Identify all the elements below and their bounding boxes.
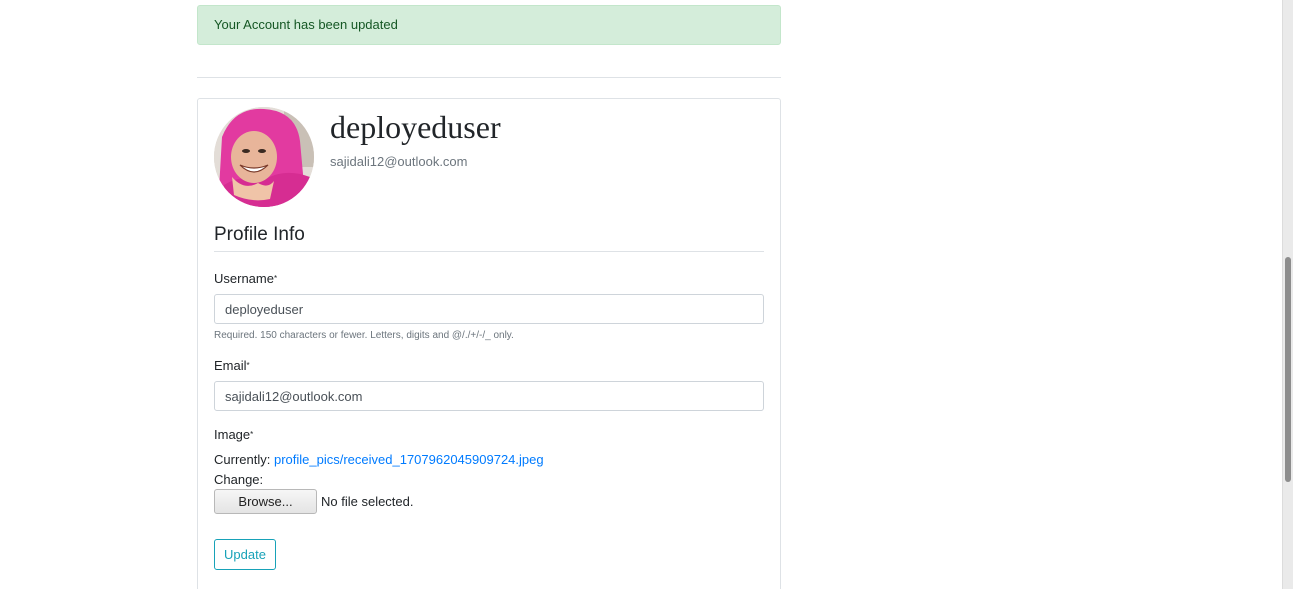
alert-message: Your Account has been updated (214, 17, 398, 32)
image-label-text: Image (214, 427, 251, 442)
current-image-link[interactable]: profile_pics/received_1707962045909724.j… (274, 452, 544, 467)
scrollbar-thumb[interactable] (1285, 257, 1291, 482)
page-scrollbar[interactable] (1282, 0, 1293, 589)
change-label: Change: (214, 472, 264, 487)
required-marker: * (273, 274, 278, 283)
success-alert: Your Account has been updated (197, 5, 781, 45)
browse-button[interactable]: Browse... (214, 489, 317, 514)
avatar (214, 107, 314, 207)
username-label: Username* (214, 271, 277, 286)
username-input[interactable] (214, 294, 764, 324)
email-label-text: Email (214, 358, 247, 373)
username-help-text: Required. 150 characters or fewer. Lette… (214, 330, 514, 341)
image-label: Image* (214, 427, 253, 442)
divider (197, 77, 781, 78)
email-input[interactable] (214, 381, 764, 411)
profile-info-legend: Profile Info (214, 223, 764, 252)
required-marker: * (250, 430, 254, 439)
account-email: sajidali12@outlook.com (330, 154, 468, 169)
avatar-photo-icon (214, 107, 314, 207)
required-marker: * (246, 361, 250, 370)
email-label: Email* (214, 358, 250, 373)
current-image-row: Currently: profile_pics/received_1707962… (214, 452, 544, 467)
no-file-status: No file selected. (321, 494, 414, 509)
page: Your Account has been updated deployedus… (0, 0, 1293, 589)
profile-card: deployeduser sajidali12@outlook.com Prof… (197, 98, 781, 589)
username-label-text: Username (214, 271, 274, 286)
currently-label: Currently: (214, 452, 271, 467)
update-button[interactable]: Update (214, 539, 276, 570)
account-username: deployeduser (330, 109, 501, 145)
